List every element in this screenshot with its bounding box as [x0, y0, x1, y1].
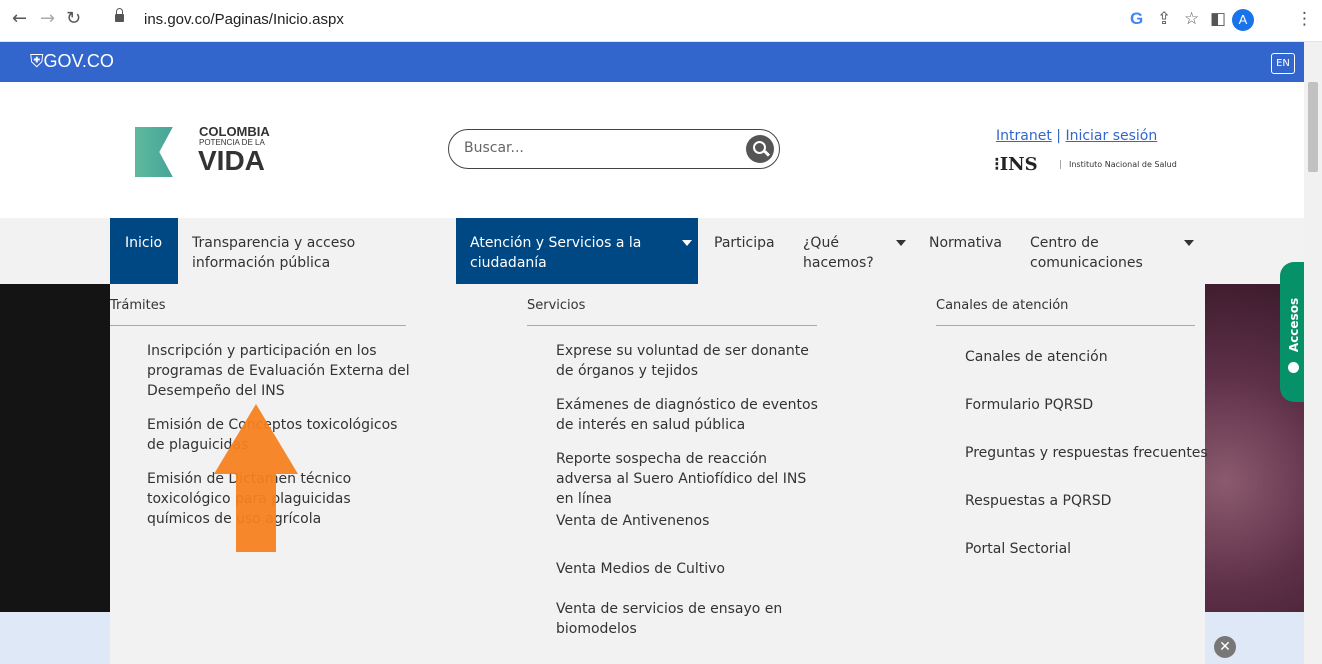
servicios-link[interactable]: Exprese su voluntad de ser donante de ór… [556, 341, 826, 381]
servicios-link[interactable]: Venta de Antivenenos [556, 511, 826, 531]
site-header: COLOMBIA POTENCIA DE LA VIDA Buscar... I… [0, 82, 1304, 218]
gov-bar: ⛨GOV.CO EN [0, 42, 1304, 82]
chevron-down-icon [896, 240, 906, 246]
tramites-link[interactable]: Inscripción y participación en los progr… [147, 341, 417, 401]
page-scrollbar[interactable] [1304, 42, 1322, 664]
nav-transparencia[interactable]: Transparencia y acceso información públi… [192, 218, 442, 284]
logo-mark-icon [135, 127, 173, 177]
nav-label: Centro de comunicaciones [1030, 235, 1143, 271]
nav-centro-comunicaciones[interactable]: Centro de comunicaciones [1030, 218, 1200, 284]
chevron-down-icon [1184, 240, 1194, 246]
nav-label: Transparencia y acceso información públi… [192, 235, 356, 271]
more-menu-icon[interactable]: ⋮ [1296, 9, 1313, 29]
logo-line-3: VIDA [198, 145, 265, 176]
url-text[interactable]: ins.gov.co/Paginas/Inicio.aspx [144, 11, 344, 28]
scrollbar-thumb[interactable] [1308, 82, 1318, 172]
address-bar[interactable]: ins.gov.co/Paginas/Inicio.aspx [107, 5, 697, 35]
language-button[interactable]: EN [1271, 53, 1295, 74]
close-icon[interactable]: ✕ [1214, 636, 1236, 658]
canales-link[interactable]: Canales de atención [965, 347, 1205, 367]
ins-logo-text: INS [999, 154, 1038, 175]
lock-icon[interactable] [115, 8, 124, 22]
search-box[interactable]: Buscar... [448, 129, 780, 169]
servicios-link[interactable]: Reporte sospecha de reacción adversa al … [556, 449, 826, 509]
govco-logo[interactable]: ⛨GOV.CO [30, 51, 114, 72]
nav-inicio[interactable]: Inicio [110, 218, 178, 284]
search-input[interactable]: Buscar... [464, 140, 524, 156]
ins-logo-mark: ⁝INS [994, 154, 1038, 175]
intranet-link[interactable]: Intranet [996, 128, 1052, 144]
logo-line-1: COLOMBIA [199, 124, 270, 139]
colombia-vida-logo[interactable]: COLOMBIA POTENCIA DE LA VIDA [135, 124, 285, 179]
nav-participa[interactable]: Participa [714, 218, 794, 284]
tramites-heading: Trámites [110, 298, 406, 326]
forward-arrow-icon[interactable]: → [40, 9, 55, 29]
orange-arrow-annotation [214, 404, 298, 552]
accesos-label: Accesos [1287, 297, 1301, 353]
canales-link[interactable]: Preguntas y respuestas frecuentes [965, 443, 1208, 463]
share-icon[interactable]: ⇪ [1157, 9, 1171, 29]
canales-heading: Canales de atención [936, 298, 1195, 326]
header-links: Intranet | Iniciar sesión [996, 128, 1157, 144]
profile-avatar[interactable]: A [1232, 9, 1254, 31]
login-link[interactable]: Iniciar sesión [1065, 128, 1157, 144]
reload-icon[interactable]: ↻ [66, 9, 81, 29]
canales-link[interactable]: Portal Sectorial [965, 539, 1205, 559]
canales-link[interactable]: Respuestas a PQRSD [965, 491, 1205, 511]
side-panel-icon[interactable]: ◧ [1210, 9, 1226, 29]
bookmark-star-icon[interactable]: ☆ [1184, 9, 1199, 29]
govco-logo-text: GOV.CO [43, 51, 114, 71]
hero-image-left [0, 284, 110, 614]
accesos-icon [1288, 362, 1299, 373]
chevron-down-icon [682, 240, 692, 246]
canales-link[interactable]: Formulario PQRSD [965, 395, 1205, 415]
link-separator: | [1056, 128, 1061, 144]
nav-label: Inicio [125, 235, 163, 251]
nav-atencion[interactable]: Atención y Servicios a la ciudadanía [456, 218, 698, 284]
servicios-link[interactable]: Exámenes de diagnóstico de eventos de in… [556, 395, 826, 435]
nav-label: ¿Qué hacemos? [803, 235, 874, 271]
servicios-link[interactable]: Venta Medios de Cultivo [556, 559, 826, 579]
ins-logo[interactable]: ⁝INS Instituto Nacional de Salud [994, 154, 1194, 178]
nav-label: Participa [714, 235, 775, 251]
nav-label: Atención y Servicios a la ciudadanía [470, 235, 642, 271]
search-button[interactable] [746, 135, 774, 163]
main-nav: Inicio Transparencia y acceso informació… [0, 218, 1304, 284]
google-icon[interactable]: G [1130, 9, 1143, 29]
ins-name: Instituto Nacional de Salud [1060, 160, 1177, 169]
nav-label: Normativa [929, 235, 1003, 251]
servicios-link[interactable]: Venta de servicios de ensayo en biomodel… [556, 599, 826, 639]
browser-toolbar: ← → ↻ ins.gov.co/Paginas/Inicio.aspx G ⇪… [0, 0, 1322, 42]
nav-normativa[interactable]: Normativa [929, 218, 1019, 284]
back-arrow-icon[interactable]: ← [12, 9, 27, 29]
servicios-heading: Servicios [527, 298, 817, 326]
nav-que-hacemos[interactable]: ¿Qué hacemos? [803, 218, 918, 284]
